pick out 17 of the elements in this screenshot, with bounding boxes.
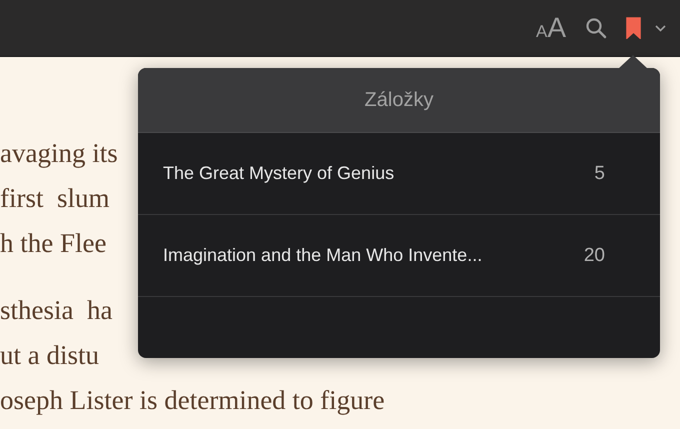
chevron-down-icon[interactable] (655, 24, 666, 32)
book-text-line: h the Flee (0, 227, 106, 260)
book-text-line: oseph Lister is determined to figure (0, 384, 385, 417)
book-text-line: ut a distu (0, 339, 99, 372)
bookmark-item[interactable]: The Great Mystery of Genius 5 (138, 133, 660, 215)
book-text-line: first slum (0, 182, 110, 215)
book-text-line: avaging its (0, 137, 118, 170)
bookmark-title: The Great Mystery of Genius (163, 163, 394, 184)
book-text-line: sthesia ha (0, 294, 112, 327)
popover-title: Záložky (364, 88, 434, 112)
bookmark-item[interactable]: Imagination and the Man Who Invente... 20 (138, 215, 660, 297)
bookmark-icon[interactable] (626, 17, 641, 39)
font-size-button[interactable]: AA (536, 12, 566, 44)
page-number: 5 (594, 162, 605, 184)
page-number: 20 (584, 244, 605, 266)
bookmark-title: Imagination and the Man Who Invente... (163, 245, 482, 266)
search-icon[interactable] (584, 16, 608, 40)
